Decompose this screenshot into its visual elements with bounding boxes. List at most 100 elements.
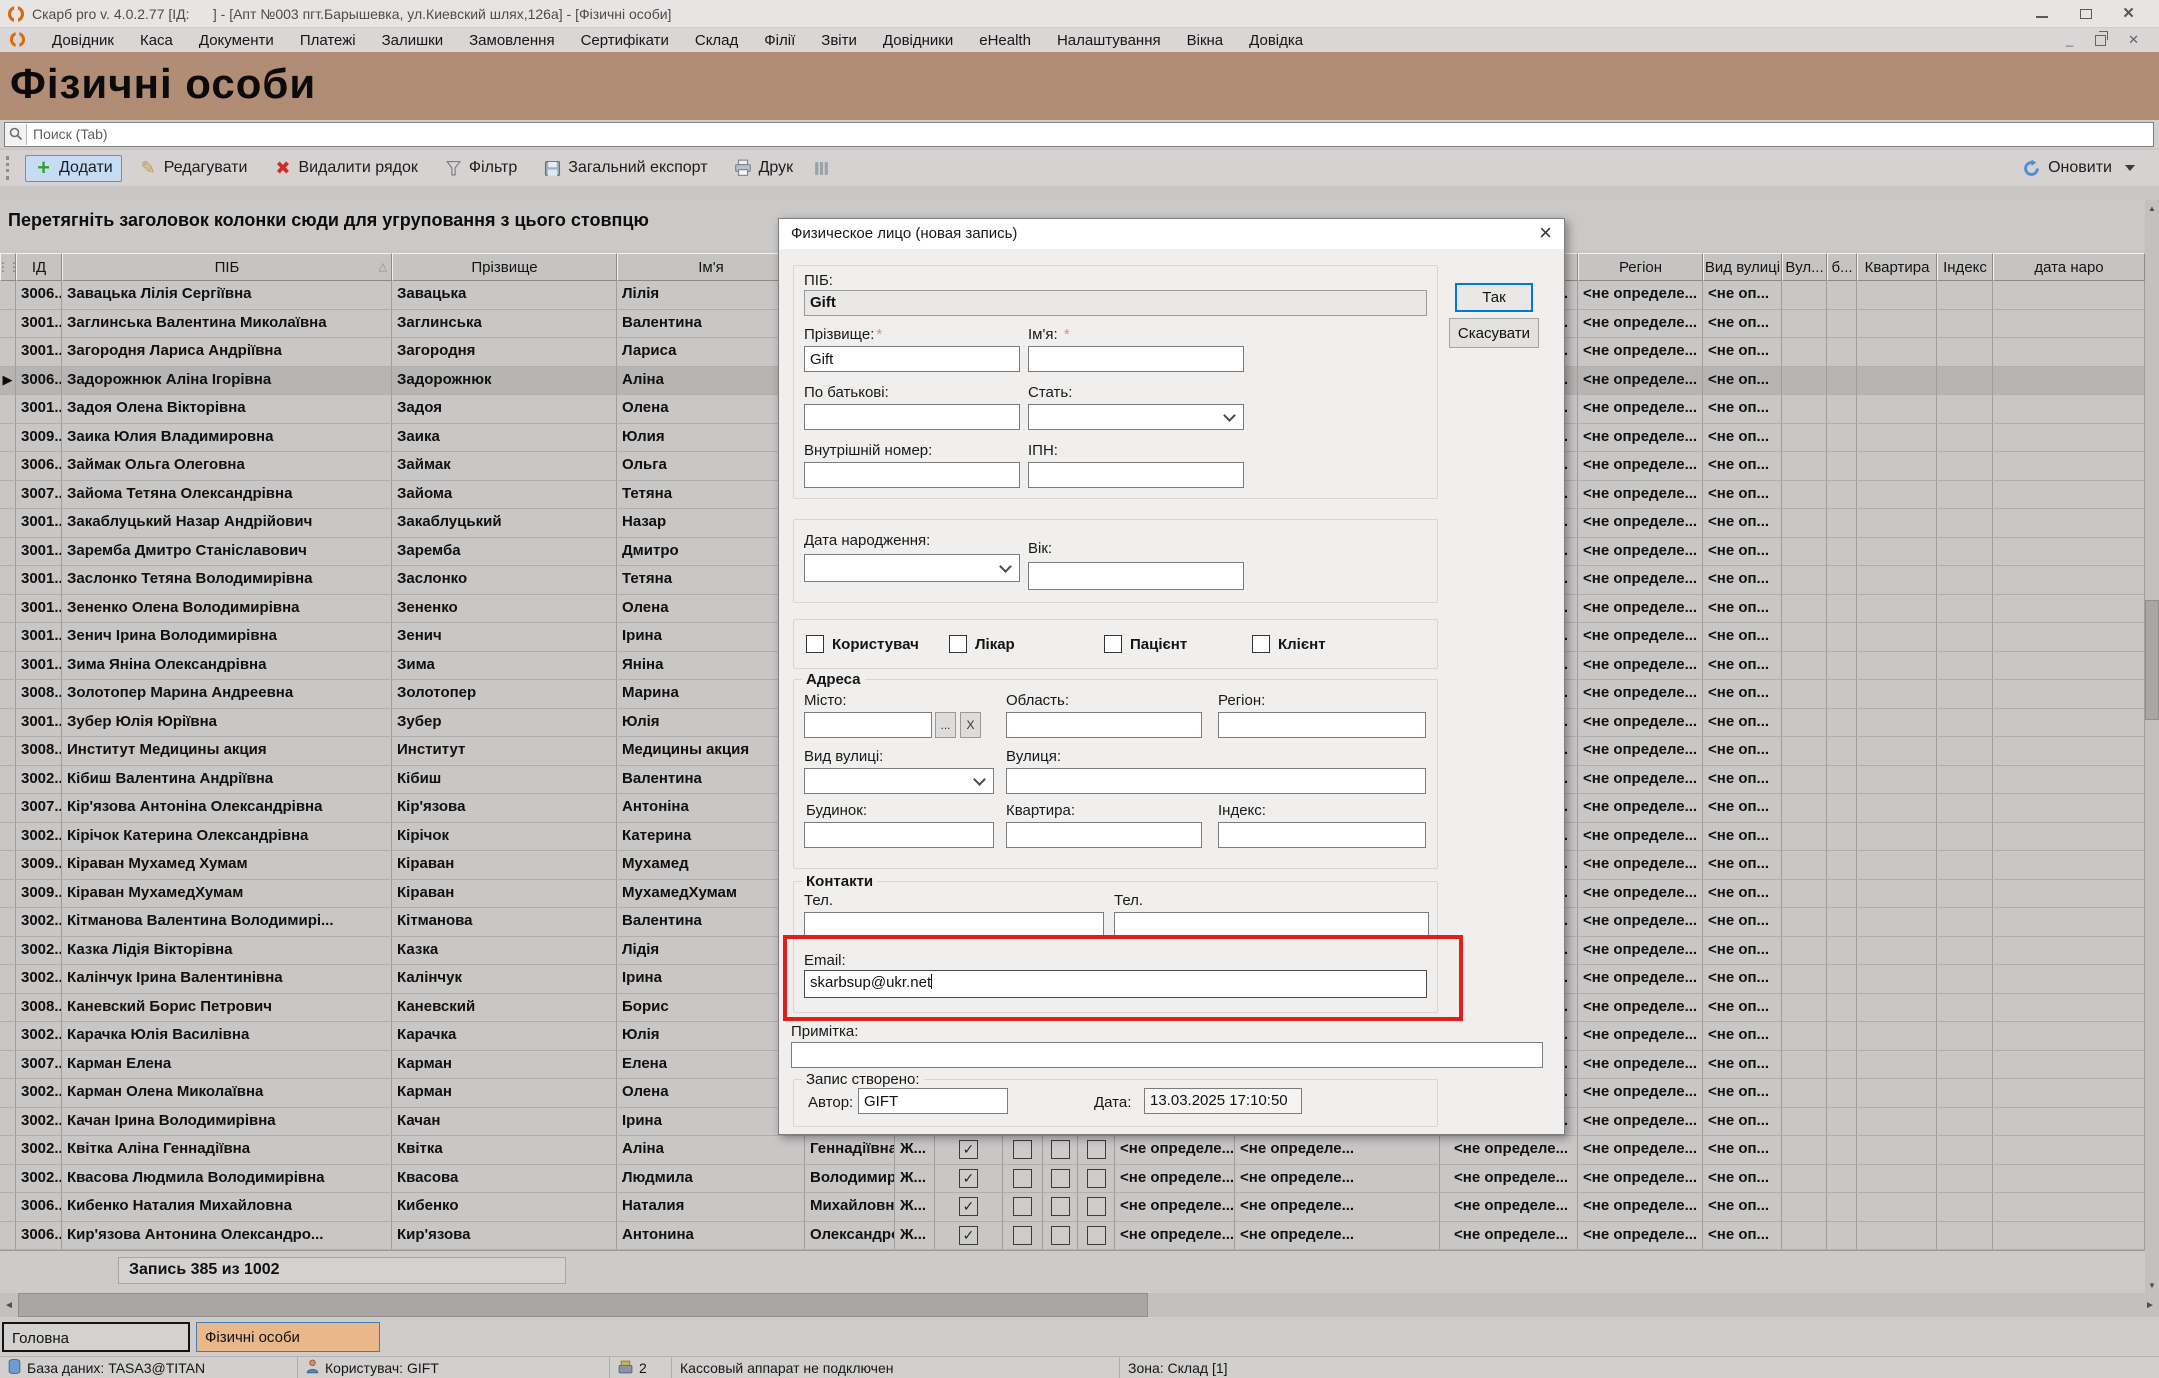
scroll-right-icon[interactable]: ► — [2141, 1293, 2159, 1317]
menu-item-9[interactable]: Звіти — [821, 32, 857, 49]
column-header-id[interactable]: ІД — [16, 253, 62, 281]
column-header-name[interactable]: Ім'я — [617, 253, 805, 281]
grid-checkbox-icon[interactable] — [1013, 1226, 1032, 1245]
city-field[interactable] — [804, 712, 932, 738]
age-field[interactable] — [1028, 562, 1244, 590]
table-row[interactable]: 3006...Кибенко Наталия МихайловнаКибенко… — [0, 1193, 2145, 1222]
export-button[interactable]: Загальний експорт — [534, 155, 716, 182]
role-user-checkbox[interactable]: Користувач — [806, 635, 919, 653]
refresh-button[interactable]: Оновити — [2022, 159, 2153, 178]
dialog-close-icon[interactable]: × — [1539, 220, 1552, 246]
filter-button[interactable]: Фільтр — [435, 155, 526, 182]
table-row[interactable]: 3002...Квітка Аліна ГеннадіївнаКвіткаАлі… — [0, 1136, 2145, 1165]
horizontal-scrollbar[interactable]: ◄ ► — [0, 1293, 2159, 1317]
vertical-scrollbar[interactable]: ▲ ▼ — [2145, 200, 2159, 1293]
column-header-street_type[interactable]: Вид вулиці — [1703, 253, 1782, 281]
postal-index-field[interactable] — [1218, 822, 1426, 848]
grid-checkbox-icon[interactable] — [1013, 1140, 1032, 1159]
menu-item-0[interactable]: Довідник — [52, 32, 114, 49]
name-field[interactable] — [1028, 346, 1244, 372]
note-field[interactable] — [791, 1042, 1543, 1068]
birthdate-select[interactable] — [804, 554, 1020, 582]
grid-checkbox-icon[interactable] — [959, 1197, 978, 1216]
menu-item-12[interactable]: Налаштування — [1057, 32, 1161, 49]
refresh-dropdown-icon[interactable] — [2125, 165, 2135, 171]
maximize-button[interactable] — [2079, 8, 2093, 20]
column-header-vul[interactable]: Вул... — [1782, 253, 1827, 281]
scroll-down-icon[interactable]: ▼ — [2145, 1277, 2159, 1293]
close-button[interactable]: × — [2123, 8, 2137, 20]
grid-checkbox-icon[interactable] — [1087, 1226, 1106, 1245]
column-header-fio[interactable]: ПІБ△ — [62, 253, 392, 281]
horizontal-scroll-thumb[interactable] — [18, 1293, 1148, 1317]
grid-checkbox-icon[interactable] — [1051, 1169, 1070, 1188]
menu-item-2[interactable]: Документи — [199, 32, 274, 49]
table-row[interactable]: 3002...Квасова Людмила ВолодимирівнаКвас… — [0, 1165, 2145, 1194]
tab-main[interactable]: Головна — [2, 1322, 190, 1352]
tab-persons[interactable]: Фізичні особи — [196, 1322, 380, 1352]
surname-field[interactable] — [804, 346, 1020, 372]
column-header-region[interactable]: Регіон — [1578, 253, 1703, 281]
add-button[interactable]: + Додати — [25, 155, 122, 182]
minimize-button[interactable] — [2035, 8, 2049, 20]
author-field[interactable] — [858, 1088, 1008, 1114]
grid-checkbox-icon[interactable] — [1013, 1197, 1032, 1216]
street-type-select[interactable] — [804, 768, 994, 794]
city-clear-button[interactable]: X — [960, 712, 981, 738]
menu-item-14[interactable]: Довідка — [1249, 32, 1303, 49]
grid-checkbox-icon[interactable] — [1051, 1226, 1070, 1245]
mdi-close-icon[interactable]: ✕ — [2128, 35, 2139, 45]
print-button[interactable]: Друк — [725, 155, 803, 182]
menu-item-3[interactable]: Платежі — [300, 32, 356, 49]
menu-item-5[interactable]: Замовлення — [469, 32, 554, 49]
edit-button[interactable]: ✎ Редагувати — [130, 155, 257, 182]
patronymic-field[interactable] — [804, 404, 1020, 430]
column-header-surname[interactable]: Прізвище — [392, 253, 617, 281]
search-icon[interactable] — [5, 124, 27, 145]
column-header-index[interactable]: Індекс — [1937, 253, 1993, 281]
building-field[interactable] — [804, 822, 994, 848]
menu-item-4[interactable]: Залишки — [382, 32, 444, 49]
grid-checkbox-icon[interactable] — [1087, 1140, 1106, 1159]
columns-icon[interactable] — [812, 159, 831, 178]
role-client-checkbox[interactable]: Клієнт — [1252, 635, 1326, 653]
scroll-left-icon[interactable]: ◄ — [0, 1293, 18, 1317]
menu-item-1[interactable]: Каса — [140, 32, 173, 49]
ok-button[interactable]: Так — [1455, 283, 1533, 312]
grid-checkbox-icon[interactable] — [1087, 1169, 1106, 1188]
mdi-minimize-icon[interactable]: _ — [2066, 35, 2073, 45]
region-field[interactable] — [1218, 712, 1426, 738]
grid-checkbox-icon[interactable] — [959, 1226, 978, 1245]
vertical-scroll-thumb[interactable] — [2145, 600, 2159, 720]
fio-field[interactable]: Gift — [804, 290, 1427, 316]
menu-item-11[interactable]: eHealth — [979, 32, 1031, 49]
grid-checkbox-icon[interactable] — [959, 1169, 978, 1188]
scroll-up-icon[interactable]: ▲ — [2145, 200, 2159, 216]
grid-checkbox-icon[interactable] — [1087, 1197, 1106, 1216]
menu-item-13[interactable]: Вікна — [1187, 32, 1224, 49]
menu-item-6[interactable]: Сертифікати — [581, 32, 669, 49]
role-doctor-checkbox[interactable]: Лікар — [949, 635, 1015, 653]
grid-checkbox-icon[interactable] — [1051, 1197, 1070, 1216]
menu-item-10[interactable]: Довідники — [883, 32, 953, 49]
oblast-field[interactable] — [1006, 712, 1202, 738]
street-field[interactable] — [1006, 768, 1426, 794]
grid-checkbox-icon[interactable] — [959, 1140, 978, 1159]
ipn-field[interactable] — [1028, 462, 1244, 488]
internal-number-field[interactable] — [804, 462, 1020, 488]
mdi-restore-icon[interactable] — [2095, 35, 2106, 46]
table-row[interactable]: 3006...Кир'язова Антонина Олександро...К… — [0, 1222, 2145, 1251]
toolbar-drag-handle[interactable] — [6, 156, 13, 180]
role-patient-checkbox[interactable]: Пацієнт — [1104, 635, 1187, 653]
column-header-data_nar[interactable]: дата наро — [1993, 253, 2145, 281]
grid-checkbox-icon[interactable] — [1051, 1140, 1070, 1159]
grid-checkbox-icon[interactable] — [1013, 1169, 1032, 1188]
menu-item-8[interactable]: Філії — [764, 32, 795, 49]
delete-row-button[interactable]: ✖ Видалити рядок — [264, 155, 426, 182]
column-header-kvart[interactable]: Квартира — [1857, 253, 1937, 281]
city-browse-button[interactable]: ... — [935, 712, 956, 738]
column-header-b[interactable]: б... — [1827, 253, 1857, 281]
menu-item-7[interactable]: Склад — [695, 32, 738, 49]
sex-select[interactable] — [1028, 404, 1244, 430]
search-input[interactable] — [27, 126, 2153, 142]
